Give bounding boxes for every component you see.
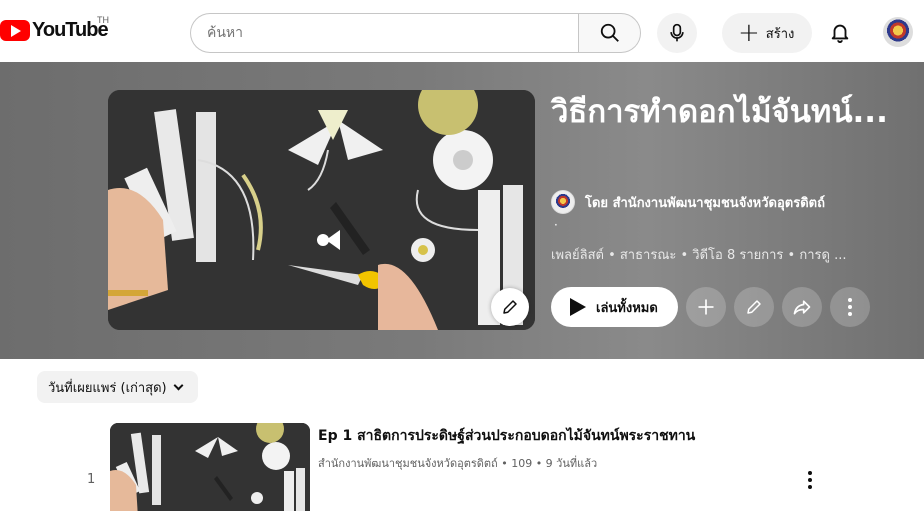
play-icon [570,298,586,316]
add-to-playlist-button[interactable] [686,287,726,327]
playlist-owner[interactable]: โดย สำนักงานพัฒนาชุมชนจังหวัดอุตรดิตถ์ [551,190,825,214]
channel-avatar[interactable] [551,190,575,214]
microphone-icon [670,23,684,42]
separator-dot: · [554,218,558,232]
video-thumbnail[interactable] [110,423,310,511]
search-icon [600,23,619,42]
pencil-icon [747,300,761,314]
more-vertical-icon [848,298,852,316]
share-icon [793,300,811,315]
video-more-button[interactable] [796,466,824,494]
sort-dropdown[interactable]: วันที่เผยแพร่ (เก่าสุด) [37,371,198,403]
youtube-playlist-page: YouTube TH + สร้าง [0,0,924,511]
playlist-header: วิธีการทำดอกไม้จันทน์... โดย สำนักงานพัฒ… [0,62,924,359]
playlist-thumbnail[interactable] [108,90,535,330]
playlist-title[interactable]: วิธีการทำดอกไม้จันทน์... [551,84,911,140]
youtube-play-icon [0,20,30,41]
edit-playlist-button[interactable] [734,287,774,327]
country-code: TH [97,15,109,25]
plus-icon: + [738,18,760,48]
search-box [190,13,641,53]
play-all-label: เล่นทั้งหมด [596,300,658,316]
search-input[interactable] [190,13,578,53]
search-button[interactable] [578,13,641,53]
youtube-logo[interactable]: YouTube [0,19,109,42]
video-title[interactable]: Ep 1 สาธิตการประดิษฐ์ส่วนประกอบดอกไม้จัน… [318,425,695,447]
thumbnail-image [108,90,535,330]
bell-icon [831,24,849,43]
create-label: สร้าง [765,26,795,42]
sort-label: วันที่เผยแพร่ (เก่าสุด) [48,380,167,396]
masthead: YouTube TH + สร้าง [0,0,924,62]
play-all-button[interactable]: เล่นทั้งหมด [551,287,678,327]
voice-search-button[interactable] [657,13,697,53]
share-button[interactable] [782,287,822,327]
video-thumbnail-image [110,423,310,511]
playlist-meta: เพลย์ลิสต์ • สาธารณะ • วิดีโอ 8 รายการ •… [551,248,847,263]
notifications-button[interactable] [826,17,854,47]
chevron-down-icon [173,380,184,390]
video-meta: สำนักงานพัฒนาชุมชนจังหวัดอุตรดิตถ์ • 109… [318,457,598,470]
more-vertical-icon [808,471,812,489]
more-actions-button[interactable] [830,287,870,327]
plus-icon [698,299,714,315]
edit-thumbnail-button[interactable] [491,288,529,326]
create-button[interactable]: + สร้าง [722,13,812,53]
pencil-icon [503,300,517,314]
owner-name[interactable]: โดย สำนักงานพัฒนาชุมชนจังหวัดอุตรดิตถ์ [585,192,825,213]
account-avatar[interactable] [883,17,913,47]
video-index: 1 [87,472,96,487]
